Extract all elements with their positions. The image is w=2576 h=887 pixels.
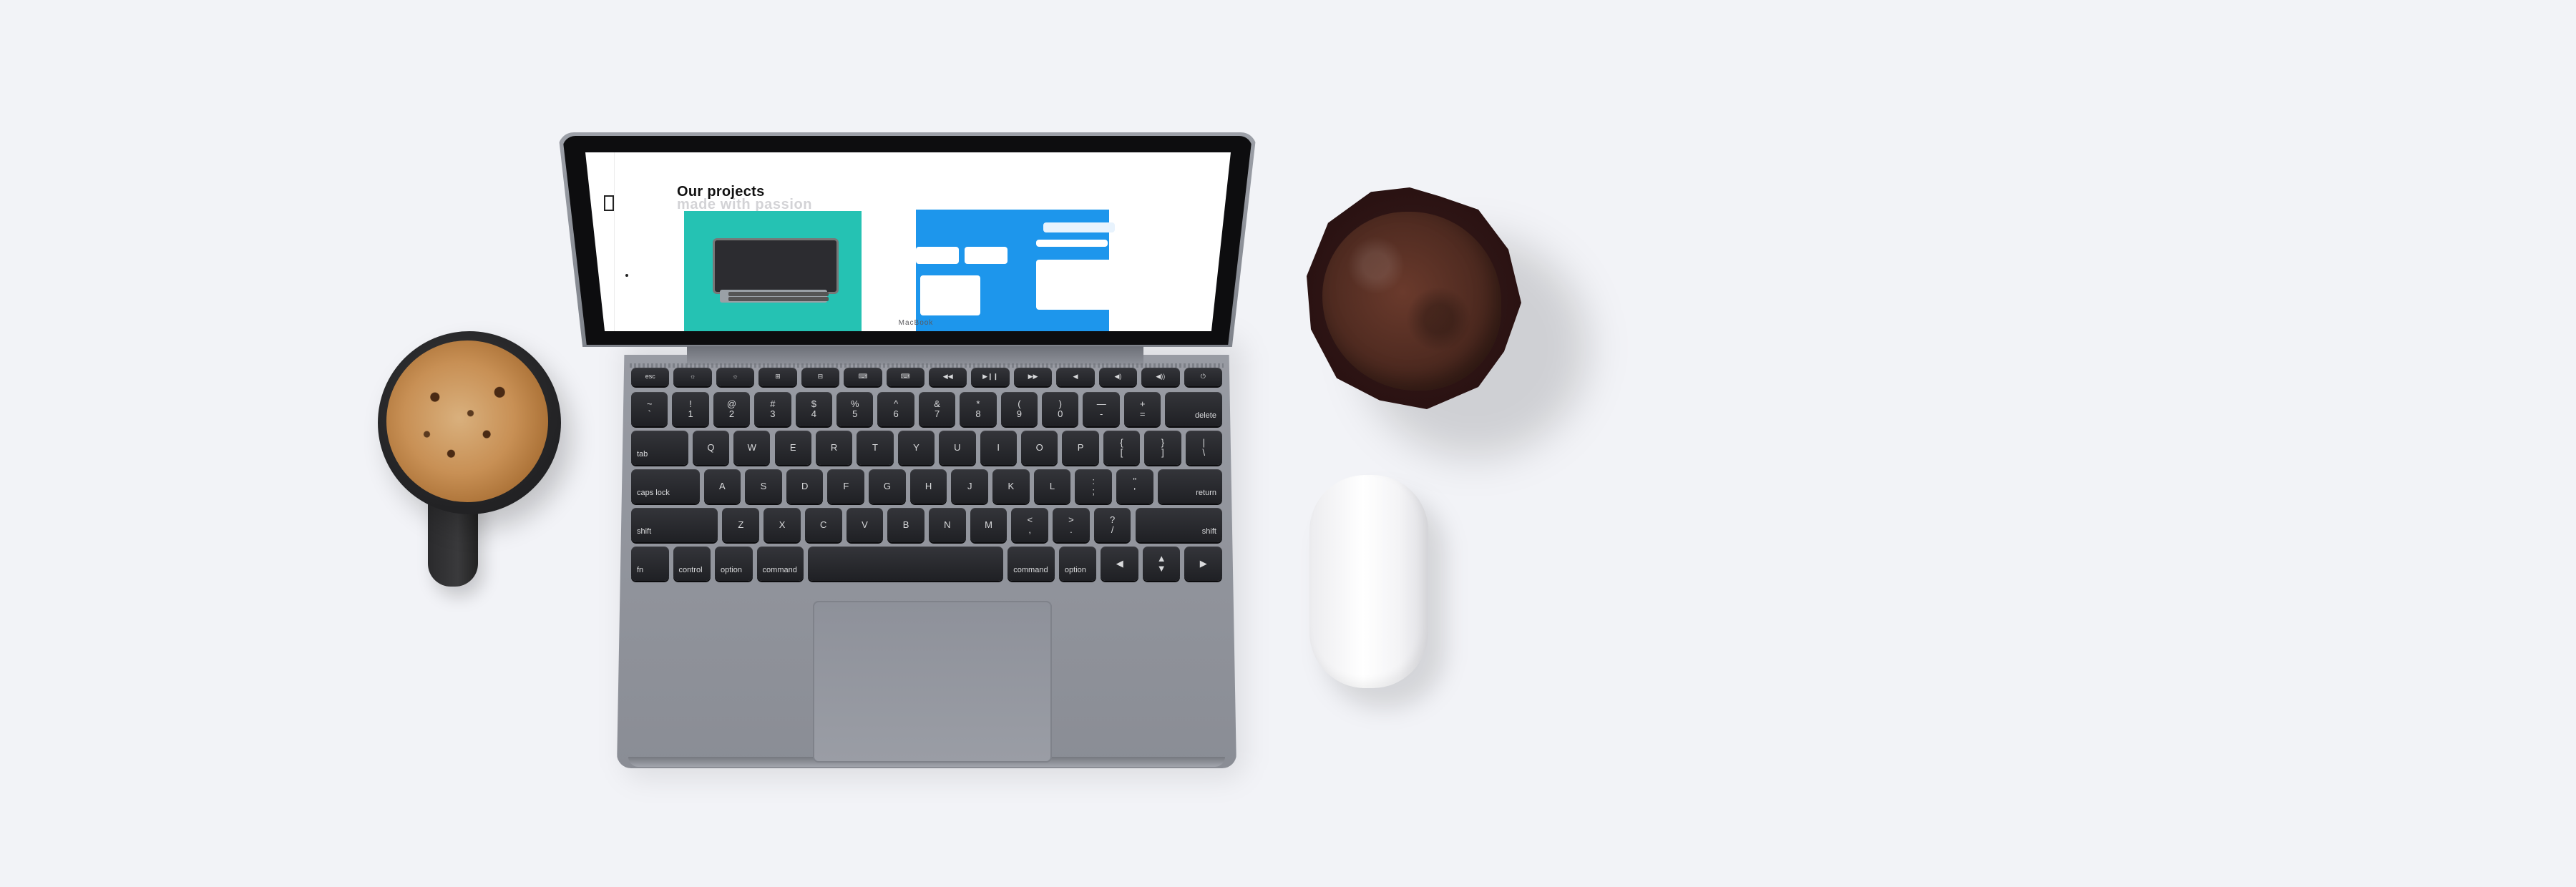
key[interactable]: ! 1 [672, 392, 709, 426]
key[interactable]: tab [631, 431, 688, 465]
key[interactable]: " ' [1116, 469, 1153, 504]
key[interactable]: command [756, 547, 804, 581]
key[interactable]: D [786, 469, 824, 504]
key[interactable]: ▲ ▼ [1142, 547, 1181, 581]
key[interactable]: B [887, 508, 924, 542]
key[interactable]: Y [897, 431, 935, 465]
key[interactable]: < , [1011, 508, 1049, 542]
key[interactable]: ) 0 [1042, 392, 1079, 426]
key[interactable]: : ; [1075, 469, 1112, 504]
key[interactable]: ▶❙❙ [971, 368, 1010, 386]
key[interactable]: } ] [1144, 431, 1181, 465]
key[interactable]: O [1020, 431, 1058, 465]
key[interactable]: + = [1123, 392, 1161, 426]
key[interactable]: T [857, 431, 894, 465]
key[interactable]: # 3 [754, 392, 791, 426]
key[interactable]: V [846, 508, 884, 542]
key[interactable]: — - [1083, 392, 1120, 426]
key[interactable]: ? / [1093, 508, 1131, 542]
key[interactable]: caps lock [631, 469, 700, 504]
key[interactable]: delete [1165, 392, 1222, 426]
ui-element-bar [1043, 222, 1115, 232]
site-menu-dot [625, 274, 628, 277]
key[interactable]: R [815, 431, 853, 465]
key[interactable]: option [715, 547, 753, 581]
keyboard: esc ☼ ☼ ⊞ ⊟ ⌨ ⌨ ◀◀ ▶❙❙ ▶▶ ◀ ◀) ◀)) ⏻ ~ `! 1 @ 2 # 3 $ 4% … [631, 368, 1222, 611]
key[interactable]: Z [722, 508, 760, 542]
key[interactable]: @ 2 [713, 392, 751, 426]
project-card-teal [684, 211, 862, 331]
key[interactable]: ☼ [673, 368, 712, 386]
key[interactable]: ◀ [1056, 368, 1095, 386]
mini-laptop-keyboard [720, 290, 829, 303]
key[interactable] [808, 547, 1004, 581]
ui-element-bar [1036, 240, 1108, 247]
key[interactable]: S [745, 469, 782, 504]
key[interactable]: ▶▶ [1013, 368, 1053, 386]
laptop-brand-label: MacBook [898, 319, 934, 327]
key[interactable]: ▶ [1184, 547, 1222, 581]
key[interactable]: ⌨ [844, 368, 882, 386]
key[interactable]: ⏻ [1184, 368, 1222, 386]
ui-element-box [965, 247, 1008, 264]
key[interactable]: shift [631, 508, 718, 542]
key[interactable]: U [939, 431, 976, 465]
trackpad [813, 601, 1052, 763]
key[interactable]: F [827, 469, 865, 504]
key[interactable]: L [1033, 469, 1071, 504]
site-title: Our projects [677, 184, 765, 200]
key[interactable]: ◀ [1101, 547, 1138, 581]
key[interactable]: W [733, 431, 771, 465]
mini-key-row [728, 292, 829, 296]
key[interactable]: H [909, 469, 947, 504]
key[interactable]: J [951, 469, 989, 504]
key[interactable]: esc [631, 368, 670, 386]
project-card-blue [916, 210, 1121, 331]
key[interactable]: ⊟ [801, 368, 840, 386]
mini-key-row [728, 297, 829, 301]
key[interactable]: % 5 [836, 392, 874, 426]
key[interactable]: * 8 [960, 392, 997, 426]
key[interactable]: P [1062, 431, 1099, 465]
key[interactable]: option [1058, 547, 1097, 581]
key[interactable]: control [673, 547, 711, 581]
key[interactable]: ☼ [716, 368, 755, 386]
ui-element-box [916, 247, 959, 264]
laptop-display: made with passion Our projects [585, 152, 1231, 331]
key[interactable]: ◀)) [1141, 368, 1180, 386]
magic-mouse [1309, 475, 1428, 688]
key[interactable]: ◀◀ [929, 368, 967, 386]
key[interactable]: return [1157, 469, 1222, 504]
key[interactable]: { [ [1103, 431, 1141, 465]
laptop-hinge [687, 346, 1143, 365]
key[interactable]: G [869, 469, 906, 504]
key[interactable]: ~ ` [631, 392, 668, 426]
key[interactable]: | \ [1185, 431, 1222, 465]
key[interactable]: ^ 6 [877, 392, 914, 426]
key[interactable]: > . [1053, 508, 1090, 542]
key[interactable]: ( 9 [1000, 392, 1038, 426]
key[interactable]: $ 4 [795, 392, 833, 426]
ui-element-panel [1036, 260, 1121, 310]
key[interactable]: X [763, 508, 801, 542]
site-logo [604, 195, 614, 211]
key[interactable]: C [804, 508, 842, 542]
key[interactable]: M [970, 508, 1008, 542]
key[interactable]: shift [1135, 508, 1222, 542]
key[interactable]: & 7 [918, 392, 956, 426]
mini-laptop-image [713, 238, 839, 294]
ui-element-box [920, 275, 980, 315]
key[interactable]: E [774, 431, 811, 465]
key[interactable]: I [980, 431, 1017, 465]
key[interactable]: N [929, 508, 966, 542]
key[interactable]: ⌨ [886, 368, 924, 386]
key[interactable]: A [703, 469, 741, 504]
key[interactable]: Q [692, 431, 730, 465]
coffee-latte-foam [386, 340, 548, 502]
key[interactable]: ⊞ [758, 368, 797, 386]
key[interactable]: command [1008, 547, 1055, 581]
key[interactable]: K [992, 469, 1030, 504]
key[interactable]: ◀) [1098, 368, 1138, 386]
key[interactable]: fn [631, 547, 669, 581]
